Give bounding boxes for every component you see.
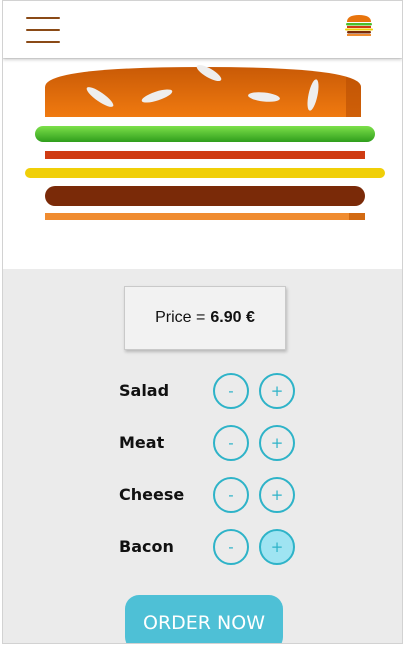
menu-line	[26, 17, 60, 19]
menu-line	[26, 41, 60, 43]
ingredient-label: Salad	[119, 381, 170, 400]
ingredient-label: Meat	[119, 433, 165, 452]
ingredient-row-cheese: Cheese - +	[3, 477, 402, 513]
ingredient-row-salad: Salad - +	[3, 373, 402, 409]
ingredient-row-bacon: Bacon - +	[3, 529, 402, 565]
meat-layer	[45, 186, 365, 206]
price-label: Price =	[155, 309, 206, 326]
menu-line	[26, 29, 60, 31]
bacon-layer	[45, 151, 365, 159]
remove-meat-button[interactable]: -	[213, 425, 249, 461]
cheese-layer	[25, 168, 385, 178]
add-bacon-button[interactable]: +	[259, 529, 295, 565]
price-value: 6.90 €	[210, 309, 255, 326]
ingredient-label: Bacon	[119, 537, 174, 556]
salad-layer	[35, 126, 375, 142]
build-controls: Price = 6.90 € Salad - + Meat - + Cheese…	[3, 269, 402, 643]
toolbar	[3, 1, 402, 58]
burger-preview	[3, 59, 402, 269]
add-meat-button[interactable]: +	[259, 425, 295, 461]
burger-logo-icon[interactable]	[344, 14, 374, 36]
add-salad-button[interactable]: +	[259, 373, 295, 409]
price-display: Price = 6.90 €	[124, 286, 286, 350]
burger-builder-app: Price = 6.90 € Salad - + Meat - + Cheese…	[2, 0, 403, 644]
remove-bacon-button[interactable]: -	[213, 529, 249, 565]
add-cheese-button[interactable]: +	[259, 477, 295, 513]
remove-cheese-button[interactable]: -	[213, 477, 249, 513]
ingredient-row-meat: Meat - +	[3, 425, 402, 461]
hamburger-menu-icon[interactable]	[26, 15, 60, 45]
ingredient-label: Cheese	[119, 485, 185, 504]
remove-salad-button[interactable]: -	[213, 373, 249, 409]
bun-bottom	[45, 213, 365, 220]
order-now-button[interactable]: ORDER NOW	[125, 595, 283, 643]
